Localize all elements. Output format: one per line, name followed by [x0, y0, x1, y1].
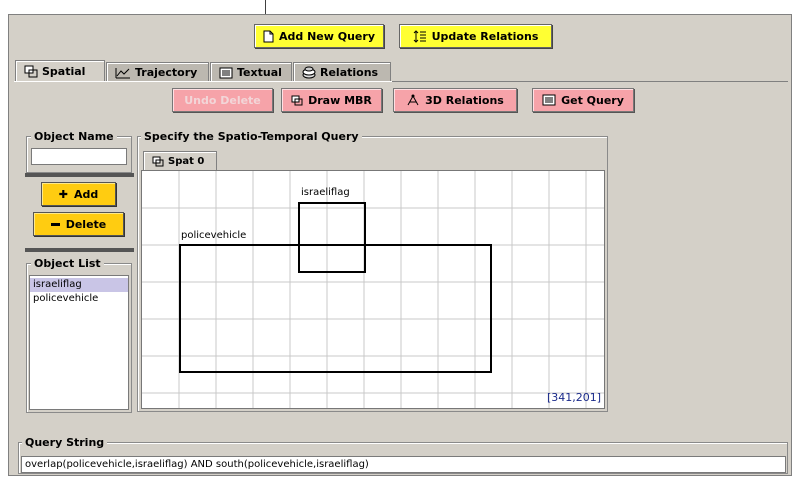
object-list[interactable]: israeliflag policevehicle — [29, 275, 129, 410]
israeliflag-label: israeliflag — [301, 187, 350, 198]
update-relations-icon — [413, 29, 427, 43]
policevehicle-label: policevehicle — [181, 230, 247, 241]
object-name-input[interactable] — [31, 148, 127, 165]
trajectory-icon — [115, 67, 131, 79]
textual-icon — [219, 67, 233, 79]
drawing-canvas[interactable]: policevehicle israeliflag [341,201] — [141, 170, 605, 409]
tab-underline — [14, 81, 392, 82]
minus-icon — [50, 222, 60, 226]
tab-spatial[interactable]: Spatial — [15, 60, 105, 82]
add-object-button[interactable]: ✚ Add — [41, 182, 116, 206]
query-panel-title: Specify the Spatio-Temporal Query — [141, 130, 362, 143]
top-divider-line — [265, 0, 266, 14]
get-query-button[interactable]: Get Query — [532, 88, 634, 112]
query-string-field[interactable]: overlap(policevehicle,israeliflag) AND s… — [21, 456, 786, 473]
canvas-svg — [142, 171, 604, 408]
object-name-title: Object Name — [31, 130, 117, 143]
delete-object-button[interactable]: Delete — [33, 212, 124, 236]
israeliflag-rectangle[interactable] — [298, 202, 366, 273]
list-item[interactable]: policevehicle — [30, 292, 128, 306]
new-document-icon — [263, 30, 274, 43]
query-string-title: Query String — [22, 436, 108, 449]
object-list-title: Object List — [31, 257, 104, 270]
plus-icon: ✚ — [58, 187, 68, 201]
update-relations-button[interactable]: Update Relations — [399, 24, 552, 48]
relations-icon — [302, 66, 316, 79]
tab-textual[interactable]: Textual — [210, 62, 292, 82]
draw-mbr-icon — [291, 95, 303, 106]
get-query-icon — [542, 94, 556, 106]
add-new-query-button[interactable]: Add New Query — [254, 24, 384, 48]
undo-delete-button[interactable]: Undo Delete — [172, 88, 273, 112]
tab-baseline — [392, 81, 788, 82]
list-item[interactable]: israeliflag — [30, 278, 128, 292]
tab-spat-0[interactable]: Spat 0 — [143, 151, 217, 171]
tab-trajectory[interactable]: Trajectory — [106, 62, 209, 82]
spatial-icon — [152, 156, 164, 167]
policevehicle-rectangle[interactable] — [179, 244, 492, 373]
tab-relations[interactable]: Relations — [293, 62, 391, 82]
spatial-icon — [24, 65, 38, 78]
separator-bar — [25, 173, 134, 177]
separator-bar — [25, 248, 134, 252]
3d-relations-icon — [406, 94, 420, 107]
draw-mbr-button[interactable]: Draw MBR — [281, 88, 382, 112]
3d-relations-button[interactable]: 3D Relations — [393, 88, 517, 112]
cursor-coordinates: [341,201] — [547, 391, 602, 404]
